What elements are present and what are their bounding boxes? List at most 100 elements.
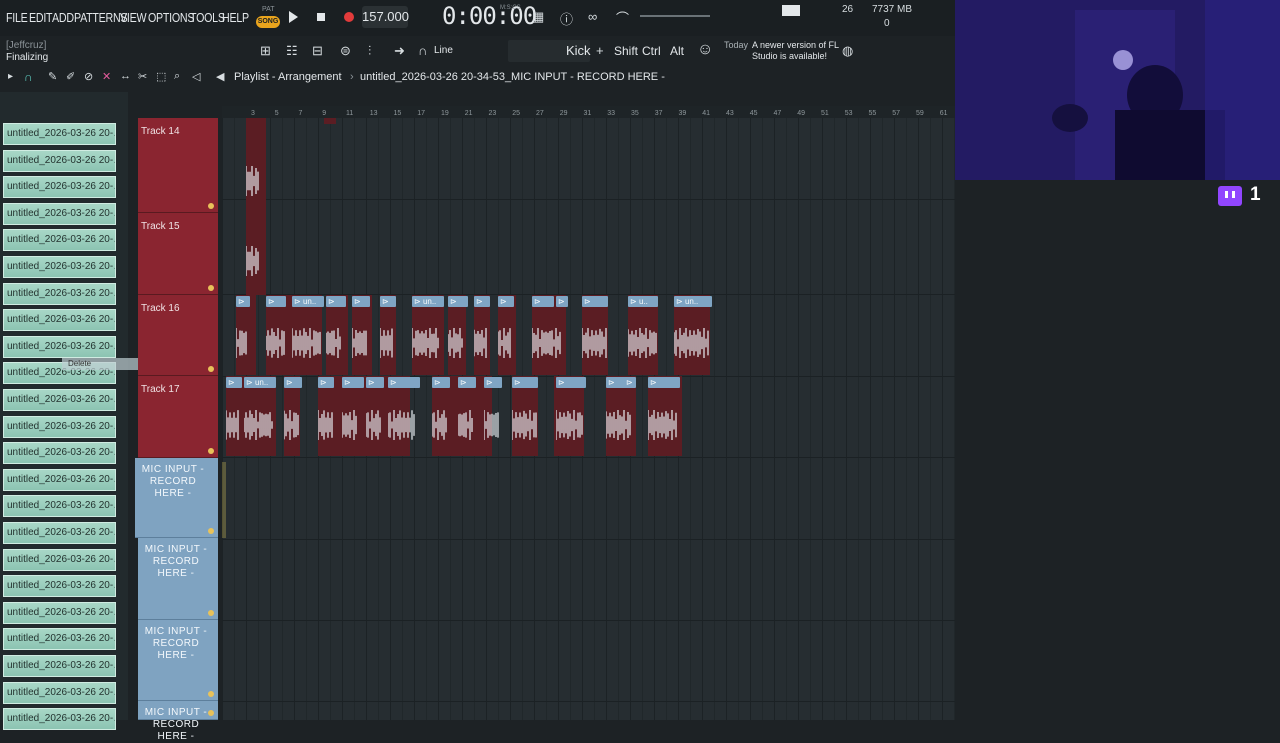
magnet-icon[interactable]: ∩ <box>418 43 427 58</box>
delete-tool-icon[interactable]: ⊘ <box>84 70 93 83</box>
current-pattern[interactable]: untitled_2026-03-26 20-34-53_MIC INPUT -… <box>360 71 665 83</box>
track-header[interactable]: Track 14 <box>138 118 218 213</box>
news-icon[interactable]: ☺ <box>697 41 713 59</box>
tempo-display[interactable]: 157.000 <box>362 6 409 28</box>
menu-edit[interactable]: EDIT <box>29 10 53 25</box>
audio-clip[interactable]: ⊳ <box>448 296 468 307</box>
pattern-list-item[interactable]: untitled_2026-03-26 20-… <box>3 575 116 598</box>
master-volume-slider[interactable] <box>640 15 710 17</box>
track-led[interactable] <box>208 448 214 454</box>
audio-clip[interactable]: ⊳ <box>474 296 490 307</box>
audio-clip[interactable]: ⊳ <box>582 296 608 307</box>
mic-track-header[interactable]: MIC INPUT - RECORD HERE - <box>138 538 218 620</box>
menu-options[interactable]: OPTIONS <box>148 10 195 25</box>
track-led[interactable] <box>208 691 214 697</box>
track-led[interactable] <box>208 285 214 291</box>
clip-region[interactable] <box>324 118 336 124</box>
globe-icon[interactable]: ◍ <box>842 43 853 59</box>
mute-tool-icon[interactable]: ✕ <box>102 70 111 83</box>
audio-clip[interactable]: ⊳ <box>532 296 554 307</box>
audio-clip[interactable]: ⊳ <box>624 377 636 388</box>
snap-mode[interactable]: Line <box>434 45 453 56</box>
menu-add[interactable]: ADD <box>52 10 74 25</box>
track-header[interactable]: Track 16 <box>138 295 218 376</box>
audio-clip[interactable]: ⊳ <box>648 377 680 388</box>
pattern-list-item[interactable]: untitled_2026-03-26 20-… <box>3 468 116 491</box>
menu-view[interactable]: VIEW <box>120 10 147 25</box>
pattern-list-item[interactable]: untitled_2026-03-26 20-… <box>3 495 116 518</box>
draw-tool-icon[interactable]: ✎ <box>48 70 57 83</box>
mixer-icon[interactable]: ⊜ <box>340 43 351 59</box>
audio-clip[interactable]: ⊳ <box>366 377 384 388</box>
audio-clip[interactable]: ⊳ <box>498 296 514 307</box>
pattern-list-item[interactable]: untitled_2026-03-26 20-… <box>3 415 116 438</box>
pattern-list-item[interactable]: untitled_2026-03-26 20-… <box>3 229 116 252</box>
slice-tool-icon[interactable]: ✂ <box>138 70 147 83</box>
audio-clip[interactable]: ⊳ un.. <box>244 377 276 388</box>
plugin-icon[interactable]: ⫶ <box>368 43 371 59</box>
loop-record-icon[interactable]: ∞ <box>588 9 597 24</box>
menu-help[interactable]: HELP <box>222 10 249 25</box>
pattern-list-item[interactable]: untitled_2026-03-26 20-… <box>3 681 116 704</box>
track-led[interactable] <box>208 366 214 372</box>
track-led[interactable] <box>208 528 214 534</box>
stop-button[interactable] <box>317 13 325 21</box>
pattern-list-item[interactable]: untitled_2026-03-26 20-… <box>3 176 116 199</box>
channel-rack-icon[interactable]: ☷ <box>286 43 298 59</box>
track-led[interactable] <box>208 203 214 209</box>
mic-track-header[interactable]: MIC INPUT - RECORD HERE - <box>138 620 218 701</box>
pattern-list-item[interactable]: untitled_2026-03-26 20-… <box>3 522 116 544</box>
audio-clip[interactable]: ⊳ <box>484 377 502 388</box>
pattern-list-item[interactable]: untitled_2026-03-26 20-… <box>3 202 116 225</box>
paint-tool-icon[interactable]: ✐ <box>66 70 75 83</box>
slip-tool-icon[interactable]: ↔ <box>120 70 131 82</box>
pattern-list-item[interactable]: untitled_2026-03-26 20-… <box>3 655 116 677</box>
pat-song-toggle[interactable]: PAT SONG <box>256 6 280 30</box>
pattern-list-item[interactable]: untitled_2026-03-26 20-… <box>3 149 116 172</box>
alt-key[interactable]: Alt <box>670 44 684 58</box>
add-pattern-icon[interactable]: + <box>596 43 604 58</box>
audio-clip[interactable]: ⊳ <box>458 377 476 388</box>
audio-clip[interactable]: ⊳ <box>388 377 420 388</box>
mic-track-header[interactable]: MIC INPUT - RECORD HERE - <box>135 458 218 538</box>
piano-roll-icon[interactable]: ⊟ <box>312 43 323 59</box>
audio-clip[interactable]: ⊳ <box>266 296 286 307</box>
speaker-icon[interactable]: ◀ <box>216 70 224 83</box>
play-button[interactable] <box>289 11 298 23</box>
audio-clip[interactable]: ⊳ <box>556 377 586 388</box>
shift-key[interactable]: Shift <box>614 44 638 58</box>
metronome-icon[interactable]: ⌒ <box>616 8 629 27</box>
audio-clip[interactable]: ⊳ <box>432 377 450 388</box>
audio-clip[interactable]: ⊳ <box>284 377 302 388</box>
pattern-list-item[interactable]: untitled_2026-03-26 20-… <box>3 335 116 358</box>
pattern-list-item[interactable]: untitled_2026-03-26 20-… <box>3 309 116 332</box>
news-text[interactable]: A newer version of FL Studio is availabl… <box>752 40 842 62</box>
audio-clip[interactable]: ⊳ <box>380 296 396 307</box>
pattern-list-item[interactable]: untitled_2026-03-26 20-… <box>3 628 116 651</box>
pattern-list-item[interactable]: untitled_2026-03-26 20-… <box>3 256 116 278</box>
pattern-list-item[interactable]: untitled_2026-03-26 20-… <box>3 282 116 305</box>
audio-clip[interactable]: ⊳ <box>236 296 250 307</box>
audio-clip[interactable]: ⊳ <box>342 377 364 388</box>
playback-tool-icon[interactable]: ◁ <box>192 70 200 83</box>
audio-clip[interactable]: ⊳ <box>512 377 538 388</box>
track-header[interactable]: Track 17 <box>138 376 218 458</box>
menu-tools[interactable]: TOOLS <box>190 10 225 25</box>
snap-magnet-icon[interactable]: ∩ <box>24 70 33 84</box>
pattern-list-item[interactable]: untitled_2026-03-26 20-… <box>3 548 116 571</box>
zoom-tool-icon[interactable]: ⌕ <box>174 70 180 83</box>
menu-file[interactable]: FILE <box>6 10 28 25</box>
playlist-icon[interactable]: ⊞ <box>260 43 271 59</box>
record-button[interactable] <box>344 12 354 22</box>
ctrl-key[interactable]: Ctrl <box>642 44 661 58</box>
audio-clip[interactable]: ⊳ <box>318 377 334 388</box>
select-tool-icon[interactable]: ⬚ <box>156 70 166 83</box>
track-header[interactable]: Track 15 <box>138 213 218 295</box>
audio-clip[interactable]: ⊳ <box>226 377 242 388</box>
countdown-icon[interactable]: ⓘ <box>560 9 573 28</box>
track-led[interactable] <box>208 610 214 616</box>
audio-clip[interactable]: ⊳ un.. <box>674 296 712 307</box>
pattern-list-item[interactable]: untitled_2026-03-26 20-… <box>3 442 116 465</box>
track-led[interactable] <box>208 710 214 716</box>
audio-clip[interactable]: ⊳ <box>326 296 346 307</box>
